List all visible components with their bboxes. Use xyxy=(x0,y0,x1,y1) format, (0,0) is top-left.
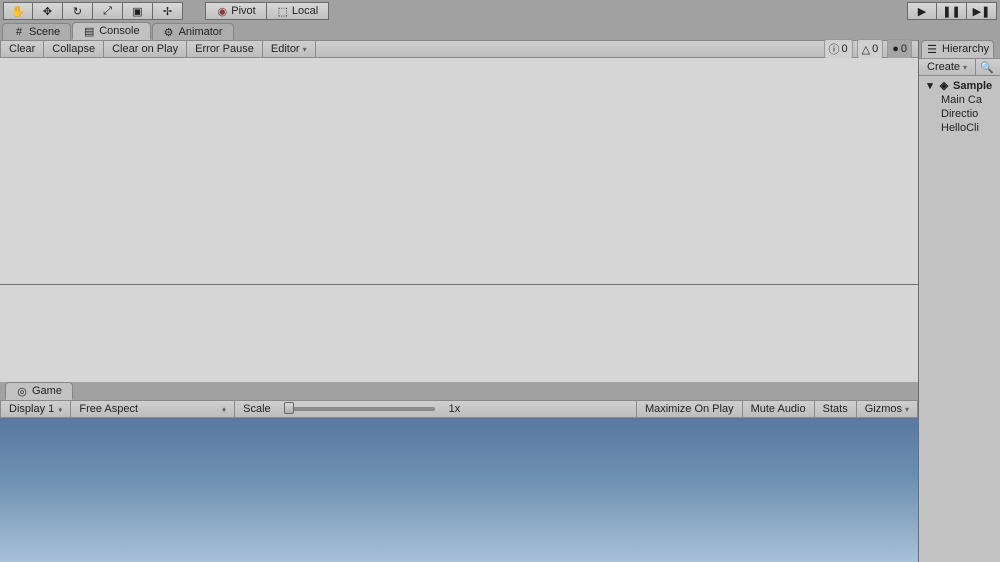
hierarchy-toolbar: Create▾ 🔍 xyxy=(919,58,1000,76)
step-button[interactable]: ▶❚ xyxy=(967,2,997,20)
maximize-toggle[interactable]: Maximize On Play xyxy=(636,401,742,417)
animator-icon: ⚙ xyxy=(163,26,175,38)
console-toolbar: Clear Collapse Clear on Play Error Pause… xyxy=(0,40,918,58)
aspect-dropdown[interactable]: Free Aspect♦ xyxy=(71,401,235,417)
tab-console[interactable]: ▤ Console xyxy=(72,22,150,40)
stats-toggle[interactable]: Stats xyxy=(814,401,856,417)
game-icon: ◎ xyxy=(16,385,28,397)
tab-game-label: Game xyxy=(32,385,62,397)
display-dropdown[interactable]: Display 1♦ xyxy=(0,401,71,417)
tab-animator-label: Animator xyxy=(179,26,223,38)
chevron-down-icon: ♦ xyxy=(222,405,226,414)
transform-tools: ✋ ✥ ↻ ⤢ ▣ ✢ xyxy=(3,2,183,20)
rect-icon: ▣ xyxy=(132,5,144,17)
play-button[interactable]: ▶ xyxy=(907,2,937,20)
scale-value: 1x xyxy=(441,401,469,417)
hierarchy-tree[interactable]: ▾ ◈ Sample Main Ca Directio HelloCli xyxy=(919,76,1000,562)
pivot-icon: ◉ xyxy=(216,5,228,17)
pivot-space-group: ◉ Pivot ⬚ Local xyxy=(205,2,329,20)
play-controls: ▶ ❚❚ ▶❚ xyxy=(907,2,997,20)
clear-on-play-toggle[interactable]: Clear on Play xyxy=(104,41,187,57)
hierarchy-item[interactable]: HelloCli xyxy=(919,121,1000,135)
create-dropdown[interactable]: Create▾ xyxy=(919,59,976,75)
scale-tool[interactable]: ⤢ xyxy=(93,2,123,20)
mute-toggle[interactable]: Mute Audio xyxy=(742,401,814,417)
error-count[interactable]: ●0 xyxy=(887,39,912,59)
scale-slider[interactable] xyxy=(285,407,435,411)
tab-console-label: Console xyxy=(99,25,139,37)
chevron-down-icon: ▾ xyxy=(303,45,307,54)
tab-hierarchy[interactable]: ☰ Hierarchy xyxy=(921,40,994,58)
pivot-toggle[interactable]: ◉ Pivot xyxy=(205,2,267,20)
game-viewport[interactable] xyxy=(0,418,918,562)
hand-icon: ✋ xyxy=(12,5,24,17)
chevron-down-icon: ▾ xyxy=(963,63,967,72)
console-status: ⓘ0 △0 ●0 xyxy=(824,39,919,59)
tab-game[interactable]: ◎ Game xyxy=(5,382,73,400)
scale-label: Scale xyxy=(235,401,279,417)
error-icon: ● xyxy=(892,43,899,55)
console-detail-area[interactable] xyxy=(0,285,918,382)
hierarchy-tabs: ☰ Hierarchy xyxy=(919,40,1000,58)
hierarchy-scene-root[interactable]: ▾ ◈ Sample xyxy=(919,78,1000,93)
warn-count[interactable]: △0 xyxy=(857,39,884,59)
play-icon: ▶ xyxy=(918,5,926,18)
console-icon: ▤ xyxy=(83,25,95,37)
pause-icon: ❚❚ xyxy=(942,5,960,18)
local-icon: ⬚ xyxy=(277,5,289,17)
transform-tool[interactable]: ✢ xyxy=(153,2,183,20)
hierarchy-item[interactable]: Main Ca xyxy=(919,93,1000,107)
slider-thumb[interactable] xyxy=(284,402,294,414)
scene-icon: # xyxy=(13,26,25,38)
pause-button[interactable]: ❚❚ xyxy=(937,2,967,20)
main-layout: Clear Collapse Clear on Play Error Pause… xyxy=(0,40,1000,562)
rect-tool[interactable]: ▣ xyxy=(123,2,153,20)
collapse-toggle[interactable]: Collapse xyxy=(44,41,104,57)
rotate-tool[interactable]: ↻ xyxy=(63,2,93,20)
local-label: Local xyxy=(292,5,318,17)
pivot-label: Pivot xyxy=(231,5,255,17)
gizmos-dropdown[interactable]: Gizmos▾ xyxy=(856,401,918,417)
search-hierarchy[interactable]: 🔍 xyxy=(976,59,998,76)
step-icon: ▶❚ xyxy=(973,5,991,18)
unity-icon: ◈ xyxy=(938,80,950,92)
scene-name: Sample xyxy=(953,80,992,92)
clear-button[interactable]: Clear xyxy=(0,41,44,57)
hierarchy-panel: ☰ Hierarchy Create▾ 🔍 ▾ ◈ Sample Main Ca… xyxy=(918,40,1000,562)
chevron-down-icon: ♦ xyxy=(58,405,62,414)
main-toolbar: ✋ ✥ ↻ ⤢ ▣ ✢ ◉ Pivot ⬚ Local ▶ ❚❚ ▶❚ xyxy=(0,0,1000,22)
hierarchy-item[interactable]: Directio xyxy=(919,107,1000,121)
rotate-icon: ↻ xyxy=(72,5,84,17)
chevron-down-icon: ▾ xyxy=(905,405,909,414)
error-pause-toggle[interactable]: Error Pause xyxy=(187,41,263,57)
tab-animator[interactable]: ⚙ Animator xyxy=(152,23,234,40)
tab-hierarchy-label: Hierarchy xyxy=(942,43,989,55)
hand-tool[interactable]: ✋ xyxy=(3,2,33,20)
console-log-area[interactable] xyxy=(0,58,918,285)
hierarchy-icon: ☰ xyxy=(926,43,938,55)
tab-scene-label: Scene xyxy=(29,26,60,38)
scale-icon: ⤢ xyxy=(102,5,114,17)
left-column: Clear Collapse Clear on Play Error Pause… xyxy=(0,40,918,562)
editor-dropdown[interactable]: Editor▾ xyxy=(263,41,316,57)
warning-icon: △ xyxy=(862,43,870,56)
info-count[interactable]: ⓘ0 xyxy=(824,39,853,59)
search-icon: 🔍 xyxy=(980,61,994,74)
game-tabs: ◎ Game xyxy=(0,382,918,400)
info-icon: ⓘ xyxy=(829,41,840,57)
game-toolbar: Display 1♦ Free Aspect♦ Scale 1x Maximiz… xyxy=(0,400,918,418)
move-icon: ✥ xyxy=(42,5,54,17)
unified-icon: ✢ xyxy=(162,5,174,17)
local-toggle[interactable]: ⬚ Local xyxy=(267,2,329,20)
foldout-icon[interactable]: ▾ xyxy=(925,79,935,92)
scene-console-tabs: # Scene ▤ Console ⚙ Animator xyxy=(0,22,1000,40)
move-tool[interactable]: ✥ xyxy=(33,2,63,20)
tab-scene[interactable]: # Scene xyxy=(2,23,71,40)
